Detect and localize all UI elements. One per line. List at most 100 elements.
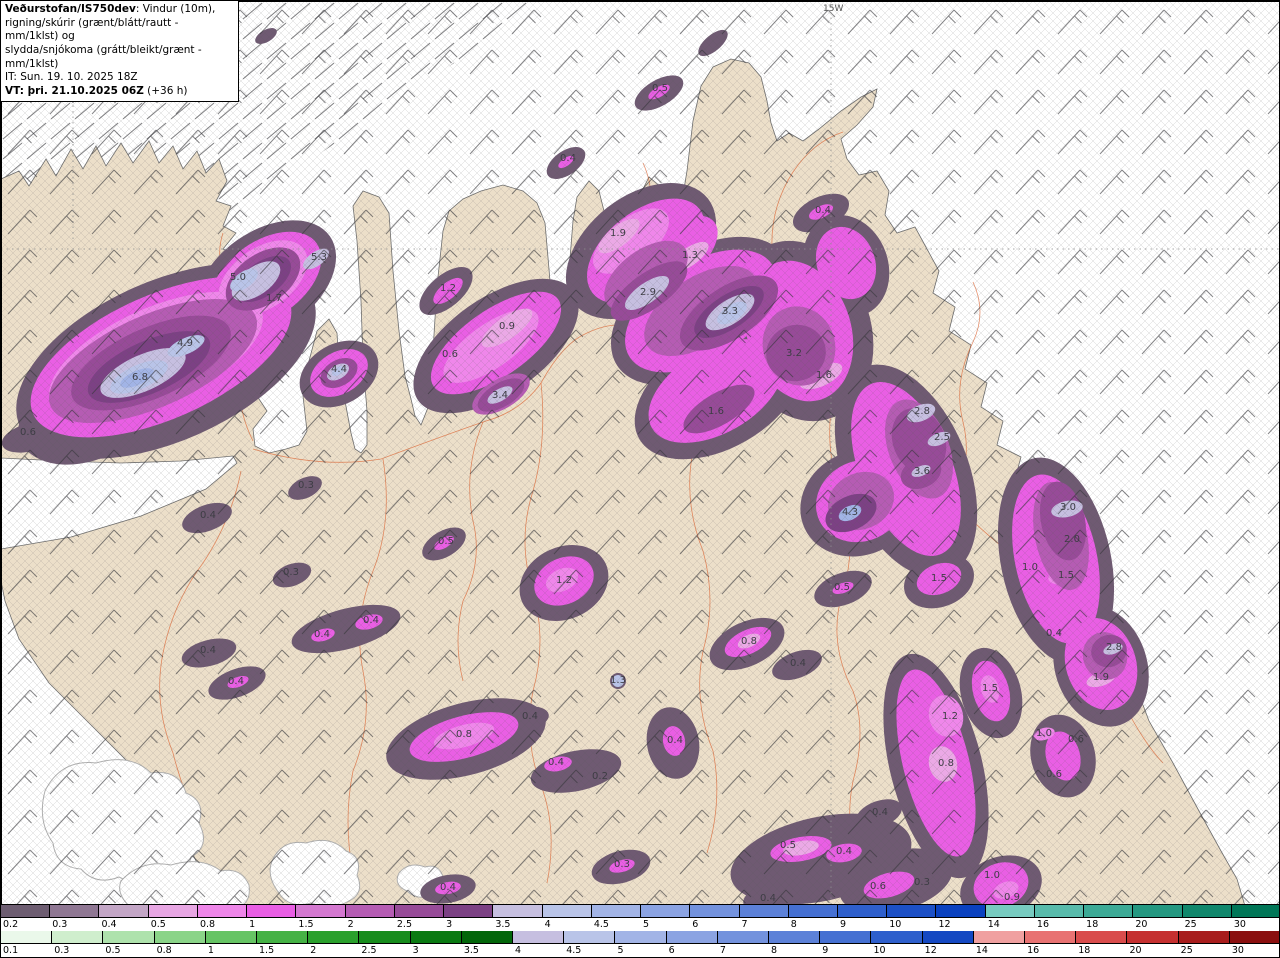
scale-tick-label: 3 [446, 919, 453, 930]
sleet-snow-tick-labels: 0.2 0.3 0.4 0.5 0.8 1 1.5 2 2.5 3 3.5 4 4.5 5 6 7 8 9 10 12… [1, 918, 1279, 931]
scale-tick-label: 1.5 [259, 945, 275, 956]
scale-color-cell [197, 905, 248, 917]
scale-tick-label: 7 [741, 919, 748, 930]
scale-tick-label: 0.5 [150, 919, 166, 930]
scale-tick-label: 25 [1184, 919, 1197, 930]
scale-color-cell [985, 905, 1035, 917]
scale-color-cell [666, 931, 718, 943]
title-line-3: slydda/snjókoma (grátt/bleikt/grænt - mm… [5, 43, 202, 70]
scale-color-cell [1025, 931, 1077, 943]
scale-color-cell [1229, 931, 1279, 943]
rain-color-band [1, 931, 1279, 944]
scale-color-cell [542, 905, 592, 917]
weather-map-canvas: 15W [1, 1, 1279, 906]
scale-tick-label: 18 [1078, 945, 1091, 956]
scale-tick-label: 6 [692, 919, 699, 930]
scale-color-cell [564, 931, 616, 943]
scale-color-cell [615, 931, 667, 943]
scale-tick-label: 0.8 [156, 945, 172, 956]
scale-tick-label: 0.8 [199, 919, 216, 930]
scale-color-cell [1178, 931, 1230, 943]
longitude-label: 15W [823, 4, 843, 14]
scale-tick-label: 0.4 [101, 919, 117, 930]
scale-color-cell [820, 931, 872, 943]
scale-tick-label: 2 [310, 945, 317, 956]
scale-color-cell [148, 905, 198, 917]
scale-tick-label: 0.3 [54, 945, 70, 956]
scale-tick-label: 2 [347, 919, 354, 930]
scale-tick-label: 3.5 [495, 919, 511, 930]
scale-tick-label: 10 [873, 945, 886, 956]
scale-tick-label: 8 [790, 919, 797, 930]
scale-color-cell [717, 931, 770, 943]
scale-tick-label: 3 [412, 945, 419, 956]
scale-color-cell [99, 905, 149, 917]
scale-tick-label: 20 [1129, 945, 1142, 956]
scale-tick-label: 6 [668, 945, 675, 956]
color-scales: 0.2 0.3 0.4 0.5 0.8 1 1.5 2 2.5 3 3.5 4 4.5 5 6 7 8 9 10 12… [1, 904, 1279, 957]
scale-color-cell [1084, 905, 1134, 917]
scale-tick-label: 12 [938, 919, 951, 930]
scale-color-cell [739, 905, 789, 917]
scale-color-cell [690, 905, 740, 917]
scale-rain: 0.1 0.3 0.5 0.8 1 1.5 2 2.5 3 3.5 4 4.5 5 6 7 8 9 10 12 14 1… [1, 931, 1279, 957]
scale-tick-label: 1 [207, 945, 214, 956]
scale-tick-label: 8 [771, 945, 778, 956]
scale-tick-label: 3.5 [463, 945, 479, 956]
scale-tick-label: 9 [822, 945, 829, 956]
scale-color-cell [1127, 931, 1179, 943]
scale-color-cell [788, 905, 838, 917]
scale-tick-label: 0.3 [52, 919, 68, 930]
scale-tick-label: 2.5 [396, 919, 412, 930]
scale-tick-label: 10 [889, 919, 902, 930]
scale-tick-label: 7 [719, 945, 726, 956]
scale-tick-label: 18 [1086, 919, 1099, 930]
scale-sleet-snow: 0.2 0.3 0.4 0.5 0.8 1 1.5 2 2.5 3 3.5 4 4.5 5 6 7 8 9 10 12… [1, 905, 1279, 931]
scale-color-cell [871, 931, 923, 943]
scale-color-cell [769, 931, 821, 943]
scale-tick-label: 0.5 [105, 945, 121, 956]
product-name: Veðurstofan/IS750dev [5, 3, 136, 15]
title-box: Veðurstofan/IS750dev: Vindur (10m), rign… [1, 1, 239, 103]
scale-color-cell [461, 931, 514, 943]
scale-tick-label: 14 [975, 945, 988, 956]
scale-tick-label: 5 [643, 919, 650, 930]
scale-color-cell [1, 931, 53, 943]
scale-color-cell [922, 931, 974, 943]
scale-color-cell [205, 931, 258, 943]
wind-barbs-overlay [1, 1, 1279, 906]
scale-tick-label: 2.5 [361, 945, 377, 956]
scale-tick-label: 4.5 [593, 919, 609, 930]
scale-tick-label: 1 [249, 919, 256, 930]
rain-tick-labels: 0.1 0.3 0.5 0.8 1 1.5 2 2.5 3 3.5 4 4.5 5 6 7 8 9 10 12 14 1… [1, 944, 1279, 957]
scale-color-cell [1231, 905, 1279, 917]
scale-tick-label: 0.1 [3, 945, 19, 956]
scale-color-cell [1, 905, 51, 917]
scale-color-cell [1034, 905, 1085, 917]
scale-color-cell [103, 931, 155, 943]
sleet-snow-color-band [1, 905, 1279, 918]
scale-color-cell [973, 931, 1026, 943]
scale-color-cell [887, 905, 937, 917]
scale-color-cell [837, 905, 888, 917]
scale-tick-label: 14 [987, 919, 1000, 930]
scale-tick-label: 30 [1233, 919, 1246, 930]
scale-color-cell [247, 905, 297, 917]
scale-color-cell [257, 931, 309, 943]
scale-tick-label: 16 [1027, 945, 1040, 956]
scale-tick-label: 4 [515, 945, 522, 956]
scale-tick-label: 5 [617, 945, 624, 956]
scale-color-cell [394, 905, 445, 917]
scale-tick-label: 16 [1036, 919, 1050, 930]
scale-color-cell [154, 931, 206, 943]
scale-color-cell [641, 905, 691, 917]
scale-tick-label: 4.5 [566, 945, 582, 956]
scale-tick-label: 0.2 [3, 919, 19, 930]
scale-color-cell [1182, 905, 1232, 917]
scale-tick-label: 4 [544, 919, 551, 930]
scale-tick-label: 1.5 [298, 919, 314, 930]
scale-color-cell [493, 905, 543, 917]
scale-color-cell [359, 931, 411, 943]
scale-color-cell [444, 905, 494, 917]
scale-color-cell [591, 905, 642, 917]
